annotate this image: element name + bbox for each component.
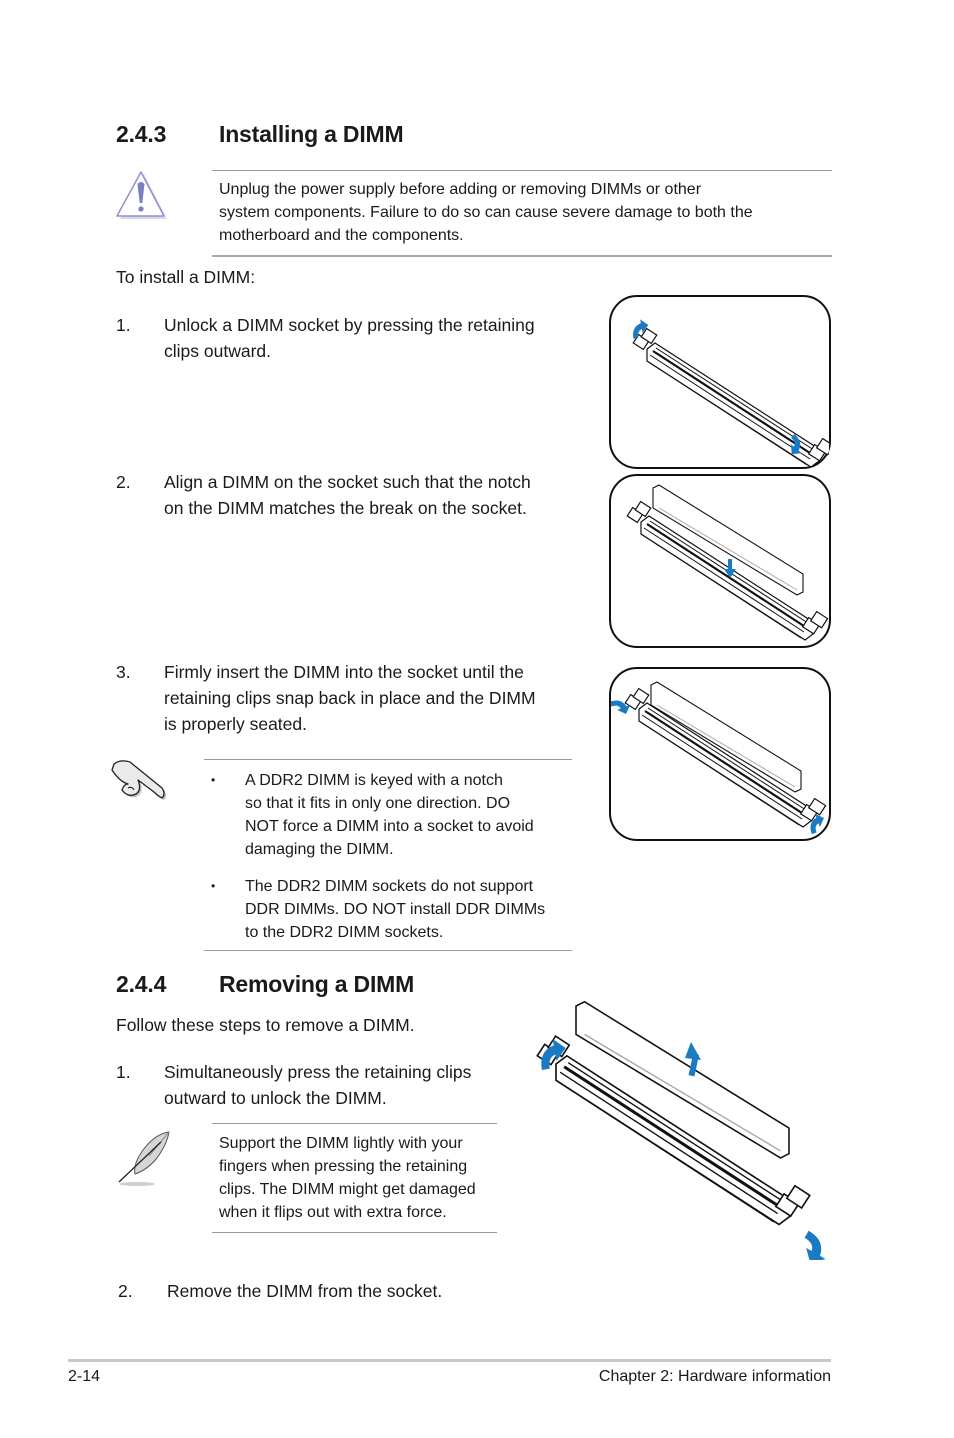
section-title: Removing a DIMM [219, 971, 415, 997]
step-line: is properly seated. [164, 714, 307, 734]
footer-rule [68, 1359, 831, 1362]
note-bottom-rule [204, 950, 572, 951]
warning-triangle-icon [113, 170, 169, 222]
bullet-line: damaging the DIMM. [245, 841, 394, 858]
step-number: 3. [116, 662, 131, 682]
step-text: Align a DIMM on the socket such that the… [164, 469, 531, 521]
clip-open-arrow-icon [795, 1230, 834, 1260]
tip-line: when it flips out with extra force. [219, 1204, 447, 1221]
bullet-line: DDR DIMMs. DO NOT install DDR DIMMs [245, 901, 546, 918]
note-bullet-2: • The DDR2 DIMM sockets do not support D… [211, 875, 571, 945]
caution-line: motherboard and the components. [219, 227, 464, 244]
step-line: retaining clips snap back in place and t… [164, 688, 536, 708]
step-line: on the DIMM matches the break on the soc… [164, 498, 527, 518]
tip-line: fingers when pressing the retaining [219, 1158, 468, 1175]
bullet-text: The DDR2 DIMM sockets do not support DDR… [245, 875, 545, 944]
step-text: Firmly insert the DIMM into the socket u… [164, 659, 536, 737]
step-text: Unlock a DIMM socket by pressing the ret… [164, 312, 535, 364]
section-heading-installing: 2.4.3 Installing a DIMM [116, 121, 516, 151]
feather-quill-icon [115, 1130, 175, 1188]
bullet-line: so that it fits in only one direction. D… [245, 795, 511, 812]
step-line: Align a DIMM on the socket such that the… [164, 472, 531, 492]
remove-step-1: 1. Simultaneously press the retaining cl… [116, 1059, 516, 1119]
note-top-rule [204, 759, 572, 760]
install-step-1: 1. Unlock a DIMM socket by pressing the … [116, 312, 586, 372]
step-number: 2. [118, 1281, 133, 1301]
bullet-dot: • [211, 879, 216, 893]
section-number: 2.4.4 [116, 971, 167, 997]
page-number: 2-14 [68, 1368, 101, 1385]
chapter-label: Chapter 2: Hardware information [598, 1368, 831, 1385]
bullet-line: The DDR2 DIMM sockets do not support [245, 878, 534, 895]
tip-line: Support the DIMM lightly with your [219, 1135, 463, 1152]
bullet-line: NOT force a DIMM into a socket to avoid [245, 818, 534, 835]
bullet-text: A DDR2 DIMM is keyed with a notch so tha… [245, 769, 534, 861]
note-bullet-1: • A DDR2 DIMM is keyed with a notch so t… [211, 769, 571, 861]
tip-bottom-rule [212, 1232, 497, 1233]
step-line: Remove the DIMM from the socket. [167, 1281, 443, 1301]
step-number: 1. [116, 315, 131, 335]
step-text: Simultaneously press the retaining clips… [164, 1059, 471, 1111]
pointing-hand-icon [110, 760, 172, 806]
bullet-dot: • [211, 773, 216, 787]
install-intro: To install a DIMM: [116, 267, 256, 287]
step-line: outward to unlock the DIMM. [164, 1088, 387, 1108]
section-heading-removing: 2.4.4 Removing a DIMM [116, 971, 516, 1001]
caution-bottom-rule [212, 255, 832, 257]
unlock-socket-illustration [609, 295, 831, 469]
step-text: Remove the DIMM from the socket. [167, 1278, 442, 1304]
caution-line: Unplug the power supply before adding or… [219, 181, 702, 198]
tip-text: Support the DIMM lightly with your finge… [219, 1132, 504, 1224]
section-title: Installing a DIMM [219, 121, 404, 147]
caution-text: Unplug the power supply before adding or… [219, 178, 829, 247]
step-line: clips outward. [164, 341, 271, 361]
section-number: 2.4.3 [116, 121, 167, 147]
install-step-3: 3. Firmly insert the DIMM into the socke… [116, 659, 586, 739]
install-step-2: 2. Align a DIMM on the socket such that … [116, 469, 586, 529]
tip-line: clips. The DIMM might get damaged [219, 1181, 476, 1198]
tip-top-rule [212, 1123, 497, 1124]
insert-dimm-illustration [609, 667, 831, 841]
align-dimm-illustration [609, 474, 831, 648]
step-line: Firmly insert the DIMM into the socket u… [164, 662, 524, 682]
dimm-socket [624, 687, 827, 829]
bullet-line: A DDR2 DIMM is keyed with a notch [245, 772, 503, 789]
remove-step-2: 2. Remove the DIMM from the socket. [118, 1278, 518, 1308]
remove-dimm-illustration [528, 1000, 838, 1260]
step-line: Unlock a DIMM socket by pressing the ret… [164, 315, 535, 335]
caution-top-rule [212, 170, 832, 171]
step-line: Simultaneously press the retaining clips [164, 1062, 472, 1082]
remove-intro: Follow these steps to remove a DIMM. [116, 1015, 415, 1035]
step-number: 1. [116, 1062, 131, 1082]
caution-line: system components. Failure to do so can … [219, 204, 753, 221]
step-number: 2. [116, 472, 131, 492]
bullet-line: to the DDR2 DIMM sockets. [245, 924, 444, 941]
